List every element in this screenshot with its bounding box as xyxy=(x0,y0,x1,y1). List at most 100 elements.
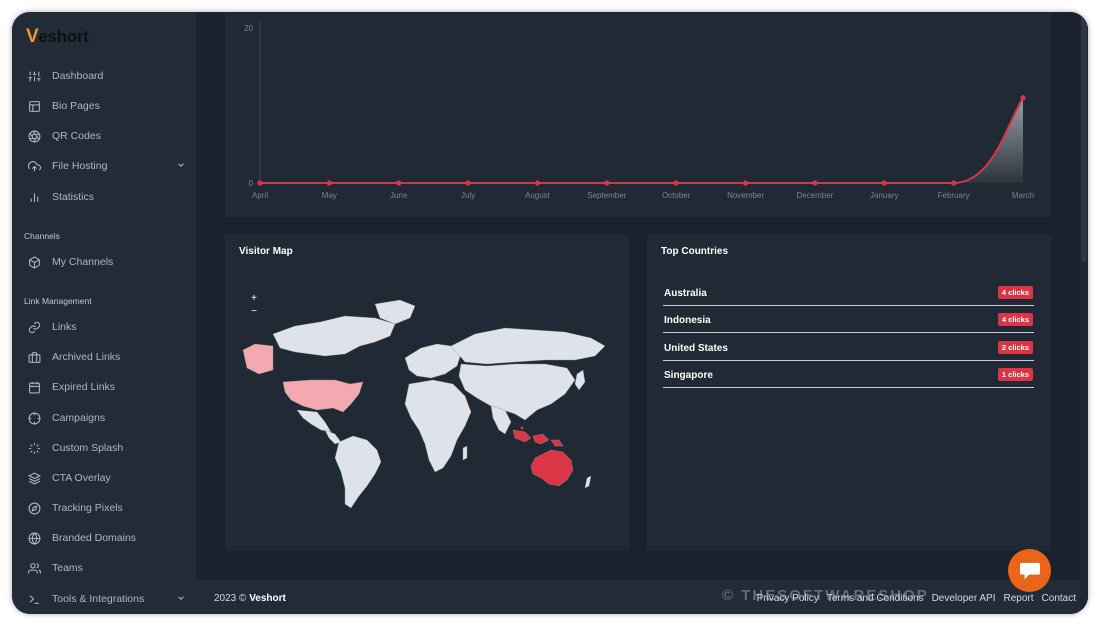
sidebar-item-dashboard[interactable]: Dashboard xyxy=(26,65,186,87)
logo-text: eshort xyxy=(38,27,89,46)
sidebar-item-label: CTA Overlay xyxy=(52,472,111,484)
clicks-badge: 1 clicks xyxy=(997,368,1033,381)
sidebar-item-expired-links[interactable]: Expired Links xyxy=(26,376,186,398)
country-row: Australia 4 clicks xyxy=(663,279,1034,306)
footer-link-report[interactable]: Report xyxy=(1004,593,1034,604)
chat-bubble-icon xyxy=(1019,562,1040,579)
series-line xyxy=(260,97,1024,184)
layout-icon xyxy=(26,98,42,114)
clicks-chart-card: 20 0 April May June July August September Octobe… xyxy=(225,12,1051,217)
data-point xyxy=(951,180,957,186)
country-row: United States 2 clicks xyxy=(663,334,1034,361)
copyright: 2023 © Veshort xyxy=(214,593,286,604)
sidebar-item-teams[interactable]: Teams xyxy=(26,557,186,579)
sidebar-item-archived-links[interactable]: Archived Links xyxy=(26,346,186,368)
map-region-madagascar xyxy=(462,445,468,461)
loader-icon xyxy=(26,440,42,456)
sidebar-item-bio-pages[interactable]: Bio Pages xyxy=(26,95,186,117)
map-region-russia xyxy=(450,327,606,365)
x-tick-label: April xyxy=(252,191,268,200)
series-area xyxy=(260,97,1023,183)
chat-button[interactable] xyxy=(1008,549,1051,592)
chevron-down-icon xyxy=(178,596,184,600)
x-tick-label: November xyxy=(727,191,764,200)
chevron-down-icon xyxy=(178,163,184,167)
map-region-south-america xyxy=(334,435,382,509)
visitor-map-card: Visitor Map + − xyxy=(225,234,629,551)
sidebar-item-links[interactable]: Links xyxy=(26,316,186,338)
y-tick-label: 20 xyxy=(244,24,253,33)
country-name: Indonesia xyxy=(664,315,711,326)
scrollbar-thumb[interactable] xyxy=(1081,12,1087,262)
footer-link-contact[interactable]: Contact xyxy=(1042,593,1076,604)
data-point xyxy=(534,180,541,186)
sidebar-item-label: Archived Links xyxy=(52,351,121,363)
section-title-link-management: Link Management xyxy=(24,296,92,306)
copyright-year: 2023 © xyxy=(214,593,247,604)
sidebar-item-label: Statistics xyxy=(52,191,95,203)
x-tick-label: December xyxy=(796,191,833,200)
main-content: 20 0 April May June July August September Octobe… xyxy=(196,12,1088,614)
aperture-icon xyxy=(26,128,42,144)
sidebar-item-label: Dashboard xyxy=(52,70,104,82)
data-point xyxy=(881,180,887,186)
map-region-africa xyxy=(404,379,472,473)
sidebar-item-statistics[interactable]: Statistics xyxy=(26,186,186,208)
sidebar-item-custom-splash[interactable]: Custom Splash xyxy=(26,437,186,459)
x-tick-label: August xyxy=(525,191,551,200)
sidebar-item-label: Tracking Pixels xyxy=(52,502,123,514)
country-name: Australia xyxy=(664,288,707,299)
page-scrollbar[interactable] xyxy=(1080,12,1088,614)
box-icon xyxy=(26,254,42,270)
sidebar-item-label: Teams xyxy=(52,562,83,574)
compass-icon xyxy=(26,500,42,516)
y-tick-label: 0 xyxy=(249,179,254,188)
map-region-japan xyxy=(574,369,586,391)
sidebar-item-label: Tools & Integrations xyxy=(52,593,145,605)
data-point xyxy=(396,180,402,186)
map-region-alaska xyxy=(242,343,274,375)
map-region-central-america xyxy=(324,429,342,445)
map-region-asia xyxy=(458,363,576,421)
map-region-canada xyxy=(272,315,396,357)
country-name: Singapore xyxy=(664,370,713,381)
sidebar-item-tracking-pixels[interactable]: Tracking Pixels xyxy=(26,497,186,519)
sidebar-item-qr-codes[interactable]: QR Codes xyxy=(26,125,186,147)
logo-mark: V xyxy=(26,26,39,47)
x-tick-label: May xyxy=(322,191,337,200)
country-row: Indonesia 4 clicks xyxy=(663,306,1034,333)
footer-link-developer-api[interactable]: Developer API xyxy=(932,593,996,604)
sidebar-item-branded-domains[interactable]: Branded Domains xyxy=(26,527,186,549)
sidebar-item-my-channels[interactable]: My Channels xyxy=(26,251,186,273)
sidebar-item-label: Campaigns xyxy=(52,412,106,424)
top-countries-card: Top Countries Australia 4 clicks Indones… xyxy=(647,234,1051,551)
sidebar-item-label: QR Codes xyxy=(52,130,102,142)
terminal-icon xyxy=(26,591,42,607)
sidebar-item-file-hosting[interactable]: File Hosting xyxy=(26,155,186,177)
country-name: United States xyxy=(664,343,728,354)
world-map[interactable] xyxy=(225,234,629,551)
data-point xyxy=(1020,95,1026,101)
map-region-mexico xyxy=(296,409,332,433)
app-window: Veshort Dashboard Bio Pages QR Codes Fil… xyxy=(12,12,1088,614)
sidebar-item-label: Branded Domains xyxy=(52,532,137,544)
upload-cloud-icon xyxy=(26,158,42,174)
data-point xyxy=(604,180,610,186)
sidebar-item-tools-integrations[interactable]: Tools & Integrations xyxy=(26,588,186,610)
sidebar-item-campaigns[interactable]: Campaigns xyxy=(26,407,186,429)
top-countries-title: Top Countries xyxy=(661,246,729,257)
link-icon xyxy=(26,319,42,335)
sidebar-item-label: Expired Links xyxy=(52,381,116,393)
map-region-singapore xyxy=(520,426,524,430)
sidebar-item-label: My Channels xyxy=(52,256,114,268)
footer-brand: Veshort xyxy=(249,593,286,604)
clicks-badge: 4 clicks xyxy=(997,313,1033,326)
clicks-badge: 2 clicks xyxy=(997,341,1033,354)
logo[interactable]: Veshort xyxy=(26,26,89,48)
sidebar-item-label: Links xyxy=(52,321,77,333)
calendar-icon xyxy=(26,379,42,395)
x-tick-label: January xyxy=(870,191,898,200)
sidebar-item-cta-overlay[interactable]: CTA Overlay xyxy=(26,467,186,489)
map-region-united-states xyxy=(282,379,364,413)
sidebar: Veshort Dashboard Bio Pages QR Codes Fil… xyxy=(12,12,196,614)
